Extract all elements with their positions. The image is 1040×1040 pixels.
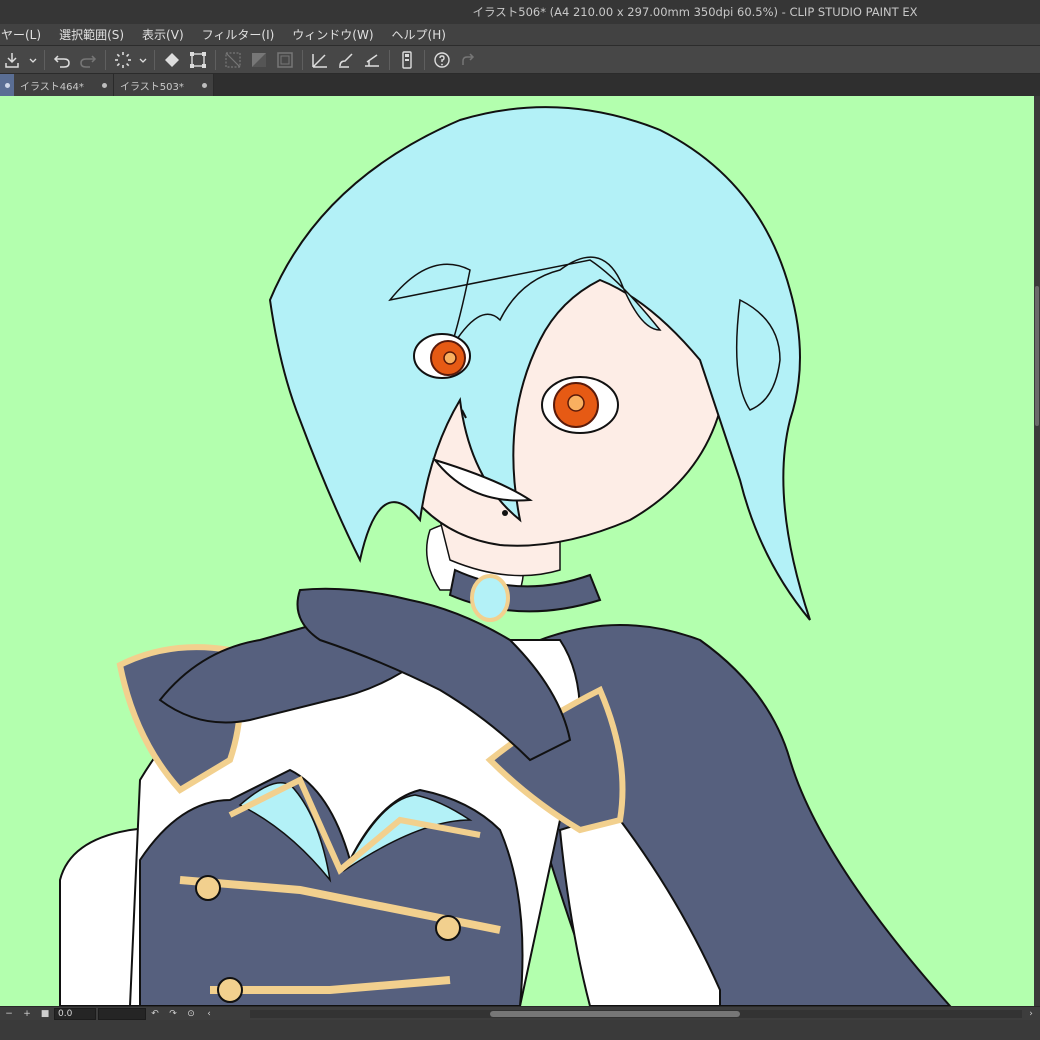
chevron-down-icon bbox=[139, 58, 147, 63]
rotate-right-button[interactable]: ↷ bbox=[164, 1007, 182, 1021]
fill-icon bbox=[165, 52, 179, 67]
save-button[interactable] bbox=[1, 48, 25, 72]
redo-arrow-button[interactable] bbox=[456, 48, 480, 72]
perspective-ruler-icon bbox=[365, 53, 379, 67]
help-button[interactable] bbox=[430, 48, 454, 72]
canvas-tab-bar: イラスト464* イラスト503* bbox=[0, 74, 1040, 96]
toolbar-divider bbox=[44, 49, 45, 70]
horizontal-scrollbar[interactable] bbox=[250, 1010, 1022, 1018]
chevron-down-icon bbox=[29, 58, 37, 63]
deselect-icon bbox=[225, 51, 241, 68]
ruler-button[interactable] bbox=[308, 48, 332, 72]
pupil-left bbox=[443, 351, 457, 365]
save-icon bbox=[5, 52, 19, 68]
tab-modified-dot bbox=[102, 82, 107, 88]
smartphone-button[interactable] bbox=[395, 48, 419, 72]
artwork bbox=[59, 106, 952, 1006]
redo-button[interactable] bbox=[76, 48, 100, 72]
tab-label: イラスト464* bbox=[20, 81, 84, 93]
brush-button[interactable] bbox=[334, 48, 358, 72]
tab-active-indicator[interactable] bbox=[0, 74, 14, 96]
help-icon bbox=[434, 51, 450, 68]
loading-icon bbox=[115, 51, 131, 68]
rotate-left-button[interactable]: ↶ bbox=[146, 1007, 164, 1021]
tab-illust-503[interactable]: イラスト503* bbox=[114, 74, 214, 96]
toolbar-divider bbox=[154, 49, 155, 70]
tab-illust-464[interactable]: イラスト464* bbox=[14, 74, 114, 96]
smartphone-icon bbox=[402, 50, 412, 69]
title-bar: イラスト506* (A4 210.00 x 297.00mm 350dpi 60… bbox=[0, 0, 1040, 24]
scroll-left-button[interactable]: ‹ bbox=[200, 1007, 218, 1021]
loading-dropdown-button[interactable] bbox=[137, 48, 149, 72]
menu-bar: ヤー(L) 選択範囲(S) 表示(V) フィルター(I) ウィンドウ(W) ヘル… bbox=[0, 24, 1040, 46]
perspective-ruler-button[interactable] bbox=[360, 48, 384, 72]
fill-button[interactable] bbox=[160, 48, 184, 72]
tab-modified-dot bbox=[4, 82, 10, 88]
toolbar-divider bbox=[105, 49, 106, 70]
deselect-button[interactable] bbox=[221, 48, 245, 72]
rotation-field[interactable]: 0.0 bbox=[54, 1007, 96, 1020]
vertical-scrollbar[interactable] bbox=[1034, 96, 1040, 1006]
mole bbox=[502, 510, 508, 516]
bottom-panel bbox=[0, 1020, 1040, 1040]
rotation-slider[interactable] bbox=[98, 1007, 146, 1020]
save-dropdown-button[interactable] bbox=[27, 48, 39, 72]
reset-rotation-button[interactable]: ⊙ bbox=[182, 1007, 200, 1021]
selection-border-icon bbox=[277, 51, 293, 68]
toolbar-divider bbox=[389, 49, 390, 70]
menu-help[interactable]: ヘルプ(H) bbox=[383, 26, 455, 43]
tab-label: イラスト503* bbox=[120, 81, 184, 93]
pupil-right bbox=[567, 394, 585, 412]
selection-border-button[interactable] bbox=[273, 48, 297, 72]
zoom-in-button[interactable]: + bbox=[18, 1007, 36, 1021]
transform-icon bbox=[190, 51, 206, 68]
ruler-icon bbox=[312, 53, 327, 68]
undo-button[interactable] bbox=[50, 48, 74, 72]
menu-view[interactable]: 表示(V) bbox=[133, 26, 193, 43]
transform-button[interactable] bbox=[186, 48, 210, 72]
tab-modified-dot bbox=[202, 82, 207, 88]
toolbar-divider bbox=[302, 49, 303, 70]
invert-selection-button[interactable] bbox=[247, 48, 271, 72]
window-title: イラスト506* (A4 210.00 x 297.00mm 350dpi 60… bbox=[472, 5, 918, 19]
choker-gem bbox=[470, 574, 510, 622]
invert-selection-icon bbox=[252, 52, 266, 67]
status-bar: − + ■ 0.0 ↶ ↷ ⊙ ‹ › bbox=[0, 1006, 1040, 1020]
loading-button[interactable] bbox=[111, 48, 135, 72]
menu-window[interactable]: ウィンドウ(W) bbox=[283, 26, 382, 43]
corset-button bbox=[195, 875, 221, 901]
menu-filter[interactable]: フィルター(I) bbox=[193, 26, 284, 43]
menu-layer[interactable]: ヤー(L) bbox=[0, 26, 50, 43]
drawing-canvas[interactable] bbox=[0, 96, 1034, 1006]
undo-icon bbox=[53, 54, 70, 68]
corset-button bbox=[217, 977, 243, 1003]
redo-icon bbox=[80, 54, 97, 68]
scroll-right-button[interactable]: › bbox=[1022, 1007, 1040, 1021]
command-bar bbox=[0, 46, 1040, 74]
toolbar-divider bbox=[215, 49, 216, 70]
horizontal-scrollbar-thumb[interactable] bbox=[490, 1011, 740, 1017]
toolbar-divider bbox=[424, 49, 425, 70]
vertical-scrollbar-thumb[interactable] bbox=[1035, 286, 1039, 426]
corset-button bbox=[435, 915, 461, 941]
fit-button[interactable]: ■ bbox=[36, 1007, 54, 1021]
zoom-out-button[interactable]: − bbox=[0, 1007, 18, 1021]
brush-icon bbox=[339, 52, 353, 68]
menu-selection[interactable]: 選択範囲(S) bbox=[50, 26, 133, 43]
redo-arrow-icon bbox=[462, 52, 475, 65]
